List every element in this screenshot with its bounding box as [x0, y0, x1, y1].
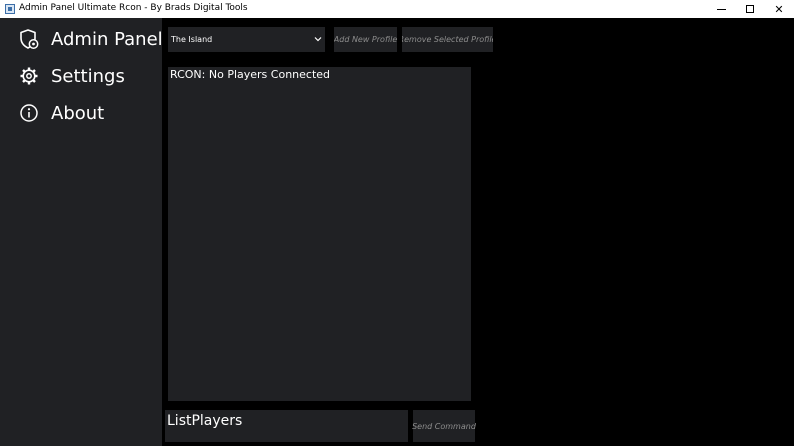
title-bar[interactable]: Admin Panel Ultimate Rcon - By Brads Dig…: [0, 0, 794, 18]
sidebar-item-label: Admin Panel: [51, 28, 163, 50]
sidebar-item-label: About: [51, 102, 105, 124]
minimize-button[interactable]: [706, 0, 736, 18]
sidebar-item-admin-panel[interactable]: Admin Panel: [0, 21, 163, 57]
add-profile-button[interactable]: Add New Profile: [334, 27, 397, 52]
app-window-icon: [5, 4, 15, 14]
remove-profile-button[interactable]: Remove Selected Profile: [402, 27, 493, 52]
window-title: Admin Panel Ultimate Rcon - By Brads Dig…: [19, 3, 248, 13]
maximize-icon: [746, 5, 754, 13]
close-button[interactable]: ✕: [764, 0, 794, 18]
maximize-button[interactable]: [735, 0, 765, 18]
send-command-button[interactable]: Send Command: [412, 410, 476, 442]
close-icon: ✕: [774, 2, 784, 16]
sidebar-item-settings[interactable]: Settings: [0, 58, 162, 94]
command-input-value: ListPlayers: [167, 413, 243, 429]
command-input[interactable]: ListPlayers: [165, 410, 408, 442]
sidebar-item-label: Settings: [51, 65, 125, 87]
gear-icon: [18, 65, 40, 87]
minimize-icon: [716, 8, 726, 10]
profile-selected-value: The Island: [171, 35, 213, 44]
console-output-text: RCON: No Players Connected: [170, 68, 331, 81]
profile-dropdown[interactable]: The Island: [168, 27, 325, 52]
chevron-down-icon: [314, 37, 322, 42]
sidebar-item-about[interactable]: About: [0, 95, 162, 131]
info-icon: [18, 102, 40, 124]
shield-icon: [18, 28, 40, 50]
console-output[interactable]: RCON: No Players Connected: [168, 67, 471, 401]
sidebar: Admin Panel Settings About: [0, 18, 163, 446]
